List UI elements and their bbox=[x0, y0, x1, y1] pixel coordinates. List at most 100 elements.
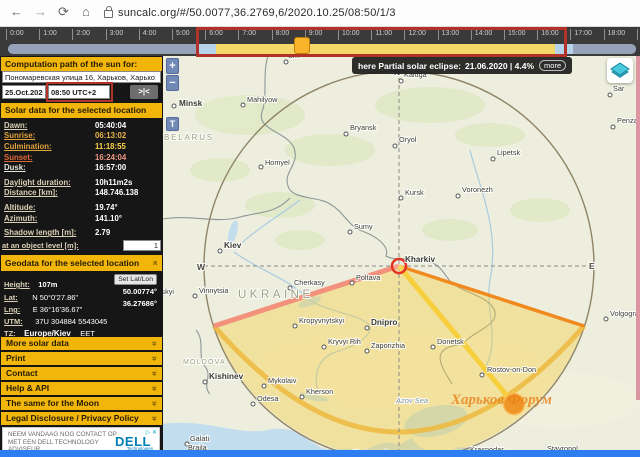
city-dot bbox=[399, 196, 403, 200]
hour-tick-mark bbox=[39, 29, 40, 40]
section-solar-data-title: Solar data for the selected location bbox=[1, 103, 162, 118]
cardinal-w: W bbox=[197, 262, 206, 272]
city-dot bbox=[604, 317, 608, 321]
back-icon[interactable]: ← bbox=[10, 4, 23, 20]
solar-data-row: Shadow length [m]:2.79 bbox=[2, 227, 161, 238]
city-dot bbox=[456, 194, 460, 198]
solar-row-label[interactable]: Dawn: bbox=[4, 121, 95, 130]
collapse-geodata-icon[interactable]: » bbox=[146, 260, 162, 265]
map-terrain-button[interactable]: T bbox=[166, 117, 179, 131]
reload-icon[interactable]: ⟳ bbox=[58, 4, 69, 20]
city-label-rostov-on-don: Rostov-on-Don bbox=[487, 365, 536, 374]
menu-item-contact[interactable]: Contact» bbox=[1, 367, 162, 380]
region-label: MOLDOVA bbox=[183, 359, 226, 366]
menu-item-legal-disclosure-privacy-policy[interactable]: Legal Disclosure / Privacy Policy» bbox=[1, 412, 162, 425]
home-icon[interactable]: ⌂ bbox=[82, 4, 90, 20]
solar-row-label[interactable]: Azimuth: bbox=[4, 214, 95, 223]
location-marker-kharkiv[interactable] bbox=[392, 259, 406, 273]
city-label-mahilyow: Mahilyow bbox=[247, 95, 278, 104]
hour-tick-label: 18:00 bbox=[608, 30, 626, 37]
city-label-voronezh: Voronezh bbox=[462, 185, 493, 194]
city-label-sumy: Sumy bbox=[354, 222, 373, 231]
city-label-kropyvnytskyi: Kropyvnytskyi bbox=[299, 316, 344, 325]
forward-icon[interactable]: → bbox=[34, 4, 47, 20]
lock-icon bbox=[104, 10, 113, 18]
hour-tick-label: 2:00 bbox=[76, 30, 90, 37]
section-geodata-title: Geodata for the selected location » bbox=[1, 255, 162, 271]
expand-chevron-icon: » bbox=[148, 386, 161, 391]
collapse-panel-button[interactable]: >|< bbox=[130, 85, 158, 99]
city-label-zaporizhia: Zaporizhia bbox=[371, 341, 406, 350]
map-zoom-in-button[interactable]: + bbox=[166, 58, 179, 74]
city-dot bbox=[218, 249, 222, 253]
solar-row-label[interactable]: Distance [km]: bbox=[4, 188, 95, 197]
city-dot bbox=[365, 326, 369, 330]
city-dot bbox=[399, 79, 403, 83]
adchoices-close-icons[interactable]: ▷ ✕ bbox=[146, 429, 157, 436]
map-canvas[interactable]: MinskMahilyowSmKalugaBryanskOryolKurskLi… bbox=[163, 56, 640, 457]
solar-row-label[interactable]: Altitude: bbox=[4, 203, 95, 212]
city-label-minsk: Minsk bbox=[179, 99, 203, 108]
expand-chevron-icon: » bbox=[148, 356, 161, 361]
eclipse-more-button[interactable]: more bbox=[539, 60, 566, 71]
city-dot bbox=[348, 230, 352, 234]
hour-tick-label: 5:00 bbox=[176, 30, 190, 37]
city-dot bbox=[480, 373, 484, 377]
city-label-khmelnytskyi: Khmelnytskyi bbox=[163, 287, 174, 296]
city-label-kryvyi-rih: Kryvyi Rih bbox=[328, 337, 361, 346]
hour-tick-mark bbox=[172, 29, 173, 40]
region-label: UKRAINE bbox=[238, 289, 314, 301]
menu-item-label: The same for the Moon bbox=[6, 398, 99, 408]
solar-data-rows: Dawn:05:40:04Sunrise:06:13:02Culmination… bbox=[2, 120, 161, 238]
menu-item-the-same-for-the-moon[interactable]: The same for the Moon» bbox=[1, 397, 162, 410]
hour-tick-mark bbox=[6, 29, 7, 40]
solar-row-label[interactable]: Sunrise: bbox=[4, 131, 95, 140]
eclipse-tooltip: here Partial solar eclipse: 21.06.2020 |… bbox=[352, 57, 572, 74]
menu-item-more-solar-data[interactable]: More solar data» bbox=[1, 337, 162, 350]
menu-item-print[interactable]: Print» bbox=[1, 352, 162, 365]
city-label-kherson: Kherson bbox=[306, 387, 333, 396]
solar-row-label[interactable]: Culmination: bbox=[4, 142, 95, 151]
solar-data-row: Sunrise:06:13:02 bbox=[2, 131, 161, 142]
solar-data-row: Daylight duration:10h11m2s bbox=[2, 177, 161, 188]
address-bar[interactable]: suncalc.org/#/50.0077,36.2769,6/2020.10.… bbox=[118, 7, 396, 19]
forum-watermark: Харьков Форум bbox=[451, 392, 621, 409]
ad-banner[interactable]: NEEM VANDAAG NOG CONTACT OP MET EEN DELL… bbox=[2, 427, 160, 452]
city-label-kharkiv: Kharkiv bbox=[405, 255, 435, 264]
city-label-donetsk: Donetsk bbox=[437, 337, 464, 346]
city-label-galati: Galati bbox=[190, 434, 209, 443]
city-label-kiev: Kiev bbox=[224, 241, 242, 250]
date-input[interactable] bbox=[2, 85, 46, 99]
set-latlon-button[interactable]: Set Lat/Lon bbox=[114, 274, 157, 285]
solar-row-label[interactable]: Dusk: bbox=[4, 163, 95, 172]
solar-row-value: 148.746.138 bbox=[95, 188, 159, 197]
city-dot bbox=[251, 402, 255, 406]
city-label-cherkasy: Cherkasy bbox=[294, 278, 325, 287]
sea-label: Azov Sea bbox=[395, 396, 428, 405]
menu-item-label: Contact bbox=[6, 368, 38, 378]
city-label-dnipro: Dnipro bbox=[371, 318, 397, 327]
menu-item-help-api[interactable]: Help & API» bbox=[1, 382, 162, 395]
solar-row-label[interactable]: Sunset: bbox=[4, 153, 95, 162]
map-layers-button[interactable] bbox=[607, 58, 633, 83]
solar-data-row: Dawn:05:40:04 bbox=[2, 120, 161, 131]
object-level-input[interactable] bbox=[123, 240, 161, 251]
suncalc-page: ← → ⟳ ⌂ suncalc.org/#/50.0077,36.2769,6/… bbox=[0, 0, 640, 457]
hour-tick-mark bbox=[637, 29, 638, 40]
city-dot bbox=[611, 125, 615, 129]
map-zoom-out-button[interactable]: − bbox=[166, 75, 179, 91]
city-dot bbox=[293, 324, 297, 328]
height-row: Height: 107m Set Lat/Lon bbox=[4, 274, 159, 286]
solar-row-label[interactable]: Daylight duration: bbox=[4, 178, 95, 187]
annotation-edge-strip bbox=[636, 56, 640, 400]
annotation-timeline-highlight bbox=[196, 27, 567, 57]
city-label-kishinev: Kishinev bbox=[209, 372, 244, 381]
city-label-homyel: Homyel bbox=[265, 158, 290, 167]
hour-tick-mark bbox=[72, 29, 73, 40]
solar-row-label[interactable]: Shadow length [m]: bbox=[4, 228, 95, 237]
object-level-label[interactable]: at an object level [m]: bbox=[2, 241, 123, 250]
city-label-bryansk: Bryansk bbox=[350, 123, 377, 132]
city-dot bbox=[322, 345, 326, 349]
hour-tick-mark bbox=[604, 29, 605, 40]
geodata-title-text: Geodata for the selected location bbox=[5, 258, 139, 268]
